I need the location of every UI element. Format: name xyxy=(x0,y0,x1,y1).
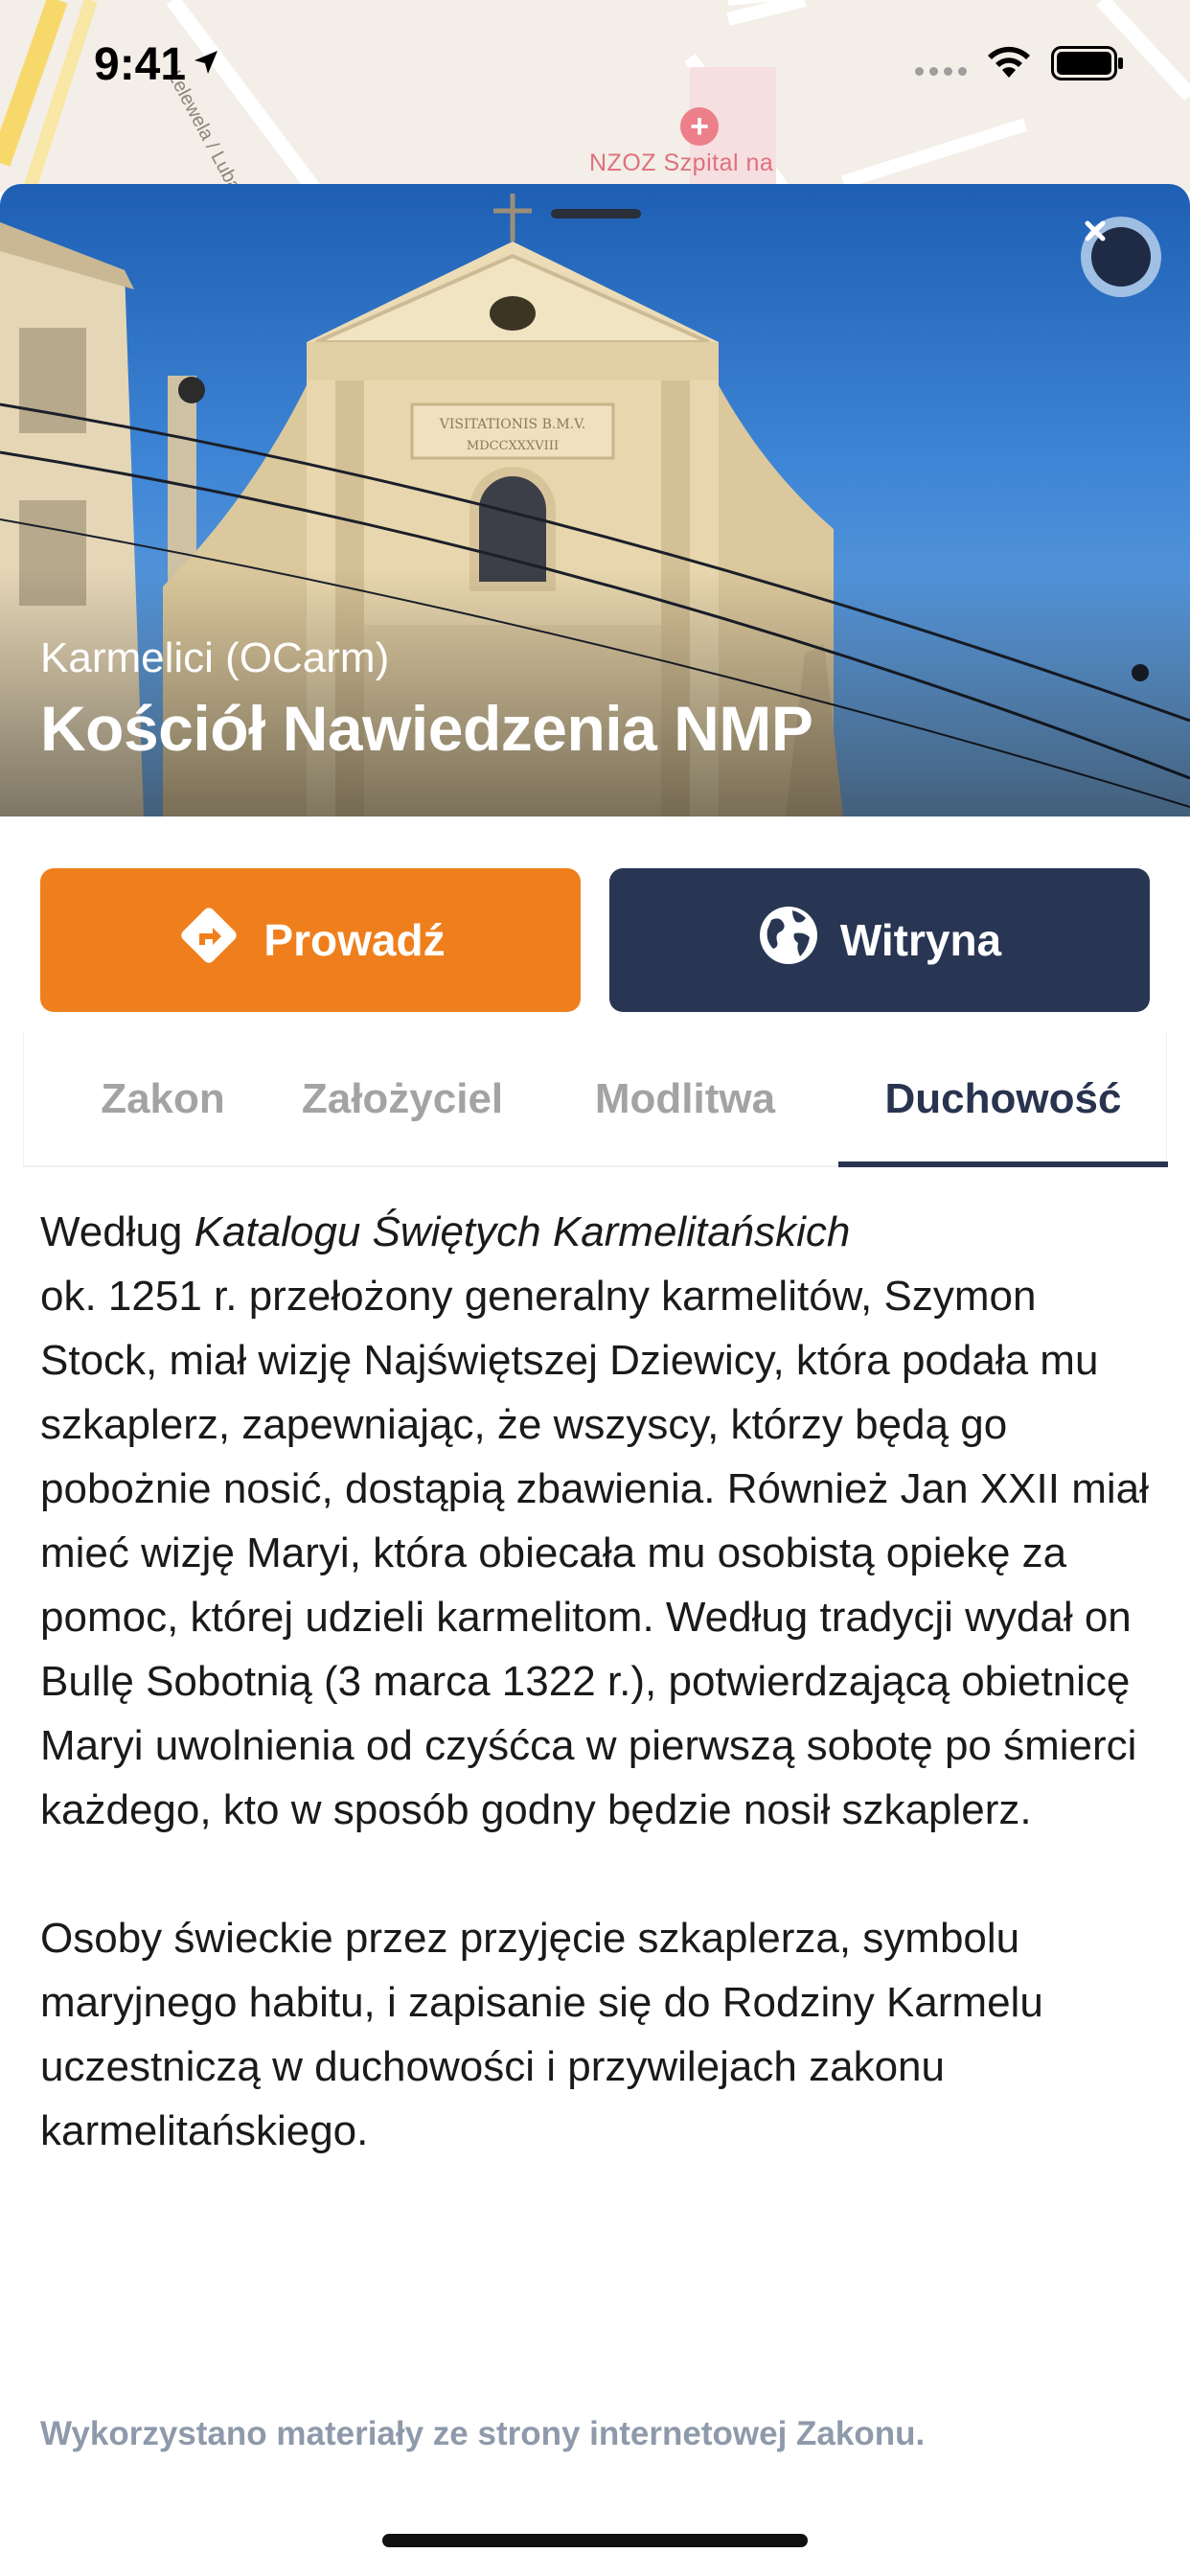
place-detail-sheet: VISITATIONIS B.M.V. MDCCXXXVIII Karmelic… xyxy=(0,184,1190,2576)
catalog-title: Katalogu Świętych Karmelitańskich xyxy=(194,1208,851,1255)
source-note: Wykorzystano materiały ze strony interne… xyxy=(40,2415,926,2452)
place-title: Kościół Nawiedzenia NMP xyxy=(40,693,813,764)
sheet-grabber[interactable] xyxy=(551,209,641,218)
navigate-button[interactable]: Prowadź xyxy=(40,868,581,1012)
active-tab-indicator xyxy=(838,1162,1168,1167)
wifi-icon xyxy=(985,43,1033,86)
tab-modlitwa[interactable]: Modlitwa xyxy=(556,1031,814,1167)
website-label: Witryna xyxy=(839,915,1002,965)
tab-zakon[interactable]: Zakon xyxy=(62,1031,263,1167)
globe-icon xyxy=(758,905,819,977)
close-icon xyxy=(1085,220,1151,287)
paragraph-2: Osoby świeckie przez przyjęcie szkaplerz… xyxy=(40,1915,1043,2154)
facade-inscription-1: VISITATIONIS B.M.V. xyxy=(439,417,585,432)
directions-diamond-icon xyxy=(175,902,242,979)
status-time: 9:41 xyxy=(94,39,187,90)
map-view[interactable]: Lelewela / Lubartowicza + NZOZ Szpital n… xyxy=(0,0,1190,192)
tab-zalozyciel[interactable]: Założyciel xyxy=(273,1031,532,1167)
paragraph-1-lead: Według xyxy=(40,1208,195,1255)
paragraph-1: Według Katalogu Świętych Karmelitańskich… xyxy=(40,1200,1161,1842)
location-arrow-icon xyxy=(192,48,220,81)
battery-icon xyxy=(1051,46,1124,85)
cellular-signal-icon xyxy=(915,67,967,76)
navigate-label: Prowadź xyxy=(263,915,446,965)
facade-inscription-2: MDCCXXXVIII xyxy=(467,439,559,453)
hospital-icon[interactable]: + xyxy=(680,107,719,146)
website-button[interactable]: Witryna xyxy=(609,868,1150,1012)
paragraph-1-body: ok. 1251 r. przełożony generalny karmeli… xyxy=(40,1273,1149,1833)
home-indicator[interactable] xyxy=(382,2534,808,2547)
app-screen: Lelewela / Lubartowicza + NZOZ Szpital n… xyxy=(0,0,1190,2576)
order-name: Karmelici (OCarm) xyxy=(40,634,390,681)
tab-content: Według Katalogu Świętych Karmelitańskich… xyxy=(40,1200,1161,2163)
tab-bar: Zakon Założyciel Modlitwa Duchowość xyxy=(23,1031,1168,1167)
tab-duchowosc[interactable]: Duchowość xyxy=(838,1031,1168,1167)
hero-image: VISITATIONIS B.M.V. MDCCXXXVIII Karmelic… xyxy=(0,184,1190,816)
map-poi-label[interactable]: NZOZ Szpital na xyxy=(589,150,773,177)
close-button[interactable] xyxy=(1081,217,1161,297)
